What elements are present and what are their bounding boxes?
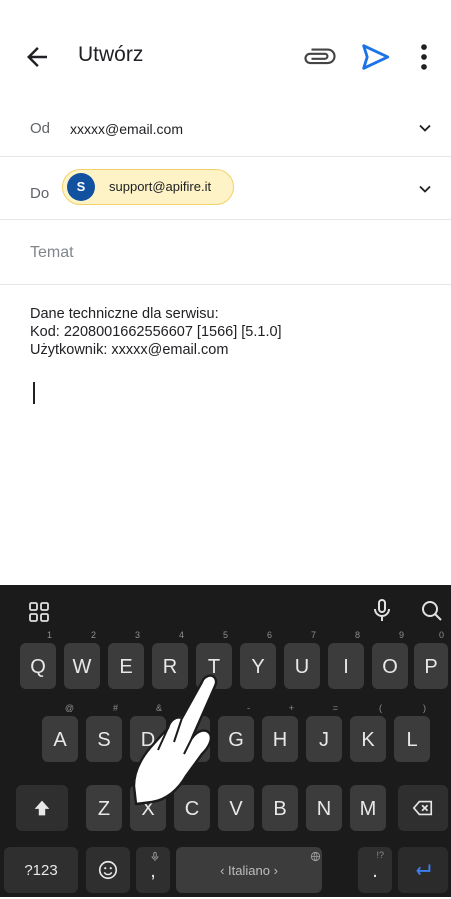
email-body[interactable]: Dane techniczne dla serwisu: Kod: 220800…: [30, 305, 282, 359]
key-k[interactable]: K(: [350, 703, 386, 762]
paperclip-icon[interactable]: [303, 40, 337, 74]
shift-arrow-icon: [34, 800, 50, 816]
compose-app-bar: Utwórz: [0, 0, 451, 105]
emoji-key[interactable]: [86, 847, 130, 893]
key-s[interactable]: S #: [86, 703, 122, 762]
space-bar[interactable]: ‹ Italiano ›: [176, 847, 322, 893]
more-vert-icon[interactable]: [414, 40, 434, 74]
key-h[interactable]: H +: [262, 703, 298, 762]
chevron-down-icon[interactable]: [415, 118, 435, 138]
body-line: Kod: 2208001662556607 [1566] [5.1.0]: [30, 324, 282, 340]
search-icon[interactable]: [420, 599, 444, 623]
from-field[interactable]: Od xxxxx@email.com: [0, 100, 451, 157]
subject-placeholder: Temat: [30, 244, 74, 261]
page-title: Utwórz: [78, 43, 144, 66]
shift-key[interactable]: [16, 785, 68, 831]
key-w[interactable]: W2: [64, 630, 100, 689]
key-i[interactable]: I8: [328, 630, 364, 689]
symbols-key[interactable]: ?123: [4, 847, 78, 893]
key-u[interactable]: U7: [284, 630, 320, 689]
apps-grid-icon[interactable]: [28, 601, 50, 623]
subject-field[interactable]: Temat: [0, 220, 451, 285]
key-q[interactable]: Q1: [20, 630, 56, 689]
send-icon[interactable]: [358, 40, 392, 74]
key-n[interactable]: N: [306, 785, 342, 831]
key-y[interactable]: Y6: [240, 630, 276, 689]
backspace-icon: [412, 800, 433, 816]
key-l[interactable]: L): [394, 703, 430, 762]
key-b[interactable]: B: [262, 785, 298, 831]
avatar: S: [67, 173, 95, 201]
comma-key[interactable]: ,: [136, 847, 170, 893]
from-label: Od: [30, 120, 51, 137]
emoji-icon: [98, 860, 118, 880]
key-z[interactable]: Z: [86, 785, 122, 831]
recipient-chip[interactable]: S support@apifire.it: [62, 169, 234, 205]
key-a[interactable]: A @: [42, 703, 78, 762]
back-arrow-icon[interactable]: [22, 42, 52, 72]
key-j[interactable]: J =: [306, 703, 342, 762]
from-value: xxxxx@email.com: [70, 121, 184, 137]
chevron-down-icon[interactable]: [415, 179, 435, 199]
key-p[interactable]: P0: [414, 630, 448, 689]
recipient-address: support@apifire.it: [109, 179, 212, 194]
body-line: Użytkownik: xxxxx@email.com: [30, 342, 229, 358]
key-m[interactable]: M: [350, 785, 386, 831]
return-arrow-icon: [416, 864, 431, 876]
period-key[interactable]: . !?: [358, 847, 392, 893]
to-label: Do: [30, 185, 50, 202]
to-field[interactable]: Do S support@apifire.it: [0, 157, 451, 220]
key-o[interactable]: O9: [372, 630, 408, 689]
pointing-hand-icon: [132, 674, 218, 806]
enter-key[interactable]: [398, 847, 448, 893]
text-cursor: [33, 382, 35, 404]
backspace-key[interactable]: [398, 785, 448, 831]
body-line: Dane techniczne dla serwisu:: [30, 306, 219, 322]
globe-icon: [310, 851, 321, 862]
microphone-icon: [151, 851, 159, 862]
microphone-icon[interactable]: [370, 597, 394, 625]
